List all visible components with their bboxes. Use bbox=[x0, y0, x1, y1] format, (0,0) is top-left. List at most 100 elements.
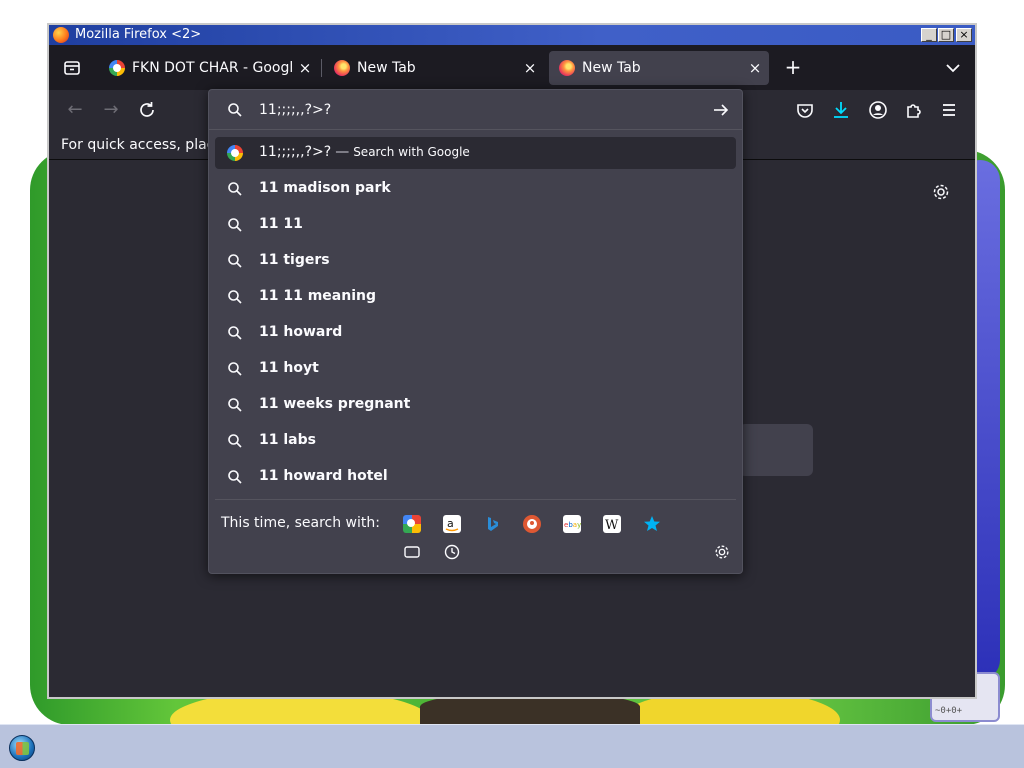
suggestion-item[interactable]: 11 tigers bbox=[215, 245, 736, 277]
list-all-tabs-button[interactable] bbox=[941, 56, 965, 80]
one-off-separator bbox=[215, 499, 736, 500]
close-tab-button[interactable]: × bbox=[295, 58, 315, 78]
hamburger-menu-icon bbox=[943, 104, 955, 116]
one-off-search-label: This time, search with: bbox=[221, 515, 380, 531]
suggestion-item[interactable]: 11 11 meaning bbox=[215, 281, 736, 313]
result-text: 11;;;;,,?>? — Search with Google bbox=[259, 144, 470, 160]
firefox-view-button[interactable] bbox=[57, 53, 87, 83]
windows-logo-icon bbox=[16, 742, 29, 755]
tab-separator bbox=[321, 59, 322, 77]
bookmarks-star-icon[interactable] bbox=[643, 515, 661, 533]
svg-text:ebay: ebay bbox=[564, 521, 581, 529]
firefox-icon bbox=[559, 60, 575, 76]
close-tab-button[interactable]: × bbox=[745, 58, 765, 78]
suggestion-item[interactable]: 11 hoyt bbox=[215, 353, 736, 385]
download-icon bbox=[834, 102, 848, 118]
new-tab-search-box[interactable] bbox=[739, 424, 813, 476]
search-icon bbox=[228, 326, 242, 340]
suggestion-text: 11 weeks pregnant bbox=[259, 396, 411, 412]
personalize-new-tab-button[interactable] bbox=[931, 182, 951, 202]
suggestion-text: 11 howard hotel bbox=[259, 468, 388, 484]
suggestion-item[interactable]: 11 weeks pregnant bbox=[215, 389, 736, 421]
firefox-icon bbox=[53, 27, 69, 43]
search-icon bbox=[228, 182, 242, 196]
google-icon bbox=[109, 60, 125, 76]
downloads-button[interactable] bbox=[829, 98, 853, 122]
search-icon bbox=[228, 398, 242, 412]
minimize-button[interactable]: _ bbox=[921, 28, 937, 42]
result-separator: — bbox=[335, 144, 350, 160]
urlbar bbox=[209, 90, 742, 130]
reload-button[interactable] bbox=[133, 96, 161, 124]
search-icon bbox=[228, 434, 242, 448]
search-icon bbox=[228, 470, 242, 484]
arrow-right-icon bbox=[714, 104, 729, 116]
window-title: Mozilla Firefox <2> bbox=[75, 27, 202, 42]
window-titlebar[interactable]: Mozilla Firefox <2> _ □ × bbox=[49, 25, 975, 45]
account-icon bbox=[869, 101, 887, 119]
tab-new-tab[interactable]: New Tab × bbox=[324, 51, 544, 85]
bookmarks-hint-text: For quick access, plac bbox=[61, 137, 215, 153]
puzzle-icon bbox=[907, 104, 921, 118]
go-button[interactable] bbox=[711, 100, 731, 120]
engine-google-icon[interactable] bbox=[403, 515, 421, 533]
search-icon bbox=[228, 362, 242, 376]
suggestion-item[interactable]: 11 11 bbox=[215, 209, 736, 241]
chevron-down-icon bbox=[946, 64, 960, 73]
suggestion-text: 11 hoyt bbox=[259, 360, 319, 376]
suggestion-text: 11 howard bbox=[259, 324, 343, 340]
account-button[interactable] bbox=[866, 98, 890, 122]
tab-bar: FKN DOT CHAR - Google × New Tab × New Ta… bbox=[49, 45, 975, 90]
search-icon bbox=[227, 102, 243, 118]
close-tab-button[interactable]: × bbox=[520, 58, 540, 78]
suggestion-item[interactable]: 11 howard hotel bbox=[215, 461, 736, 493]
forward-button[interactable]: → bbox=[97, 96, 125, 124]
extensions-button[interactable] bbox=[902, 98, 926, 122]
result-action: Search with Google bbox=[353, 145, 470, 159]
pocket-icon bbox=[797, 104, 813, 118]
reload-icon bbox=[140, 102, 154, 117]
wallpaper-figure bbox=[420, 695, 640, 724]
firefox-view-icon bbox=[64, 61, 80, 75]
start-menu-button[interactable] bbox=[9, 735, 35, 761]
back-button[interactable]: ← bbox=[61, 96, 89, 124]
engine-wikipedia-icon[interactable]: W bbox=[603, 515, 621, 533]
search-with-google-result[interactable]: 11;;;;,,?>? — Search with Google bbox=[215, 137, 736, 169]
urlbar-input[interactable] bbox=[259, 100, 699, 120]
suggestion-text: 11 tigers bbox=[259, 252, 330, 268]
suggestion-text: 11 madison park bbox=[259, 180, 391, 196]
app-menu-button[interactable] bbox=[937, 98, 961, 122]
pocket-button[interactable] bbox=[793, 98, 817, 122]
close-window-button[interactable]: × bbox=[956, 28, 972, 42]
typed-query: 11;;;;,,?>? bbox=[259, 144, 332, 160]
gear-icon bbox=[715, 545, 729, 559]
svg-text:a: a bbox=[447, 517, 454, 530]
search-settings-button[interactable] bbox=[713, 543, 731, 561]
search-icon bbox=[228, 290, 242, 304]
new-tab-button[interactable]: + bbox=[781, 56, 805, 80]
firefox-icon bbox=[334, 60, 350, 76]
suggestion-text: 11 11 meaning bbox=[259, 288, 376, 304]
wallpaper-sign-text: ~0+0+ bbox=[935, 706, 963, 716]
engine-bing-icon[interactable] bbox=[483, 515, 501, 533]
engine-amazon-icon[interactable]: a bbox=[443, 515, 461, 533]
suggestion-text: 11 labs bbox=[259, 432, 316, 448]
search-icon bbox=[228, 218, 242, 232]
search-icon bbox=[228, 254, 242, 268]
urlbar-popup: 11;;;;,,?>?—Search with Google 11 madiso… bbox=[208, 89, 743, 574]
suggestion-text: 11 11 bbox=[259, 216, 303, 232]
tabs-icon[interactable] bbox=[403, 543, 421, 561]
gear-icon bbox=[933, 184, 949, 200]
engine-ebay-icon[interactable]: ebay bbox=[563, 515, 581, 533]
engine-duckduckgo-icon[interactable] bbox=[523, 515, 541, 533]
maximize-button[interactable]: □ bbox=[938, 28, 954, 42]
google-icon bbox=[227, 145, 243, 161]
suggestion-item[interactable]: 11 labs bbox=[215, 425, 736, 457]
tab-fkn-dot-char[interactable]: FKN DOT CHAR - Google × bbox=[99, 51, 319, 85]
tab-new-tab-active[interactable]: New Tab × bbox=[549, 51, 769, 85]
tab-title: New Tab bbox=[357, 60, 416, 76]
history-clock-icon[interactable] bbox=[443, 543, 461, 561]
tab-title: FKN DOT CHAR - Google bbox=[132, 60, 292, 76]
suggestion-item[interactable]: 11 howard bbox=[215, 317, 736, 349]
suggestion-item[interactable]: 11 madison park bbox=[215, 173, 736, 205]
